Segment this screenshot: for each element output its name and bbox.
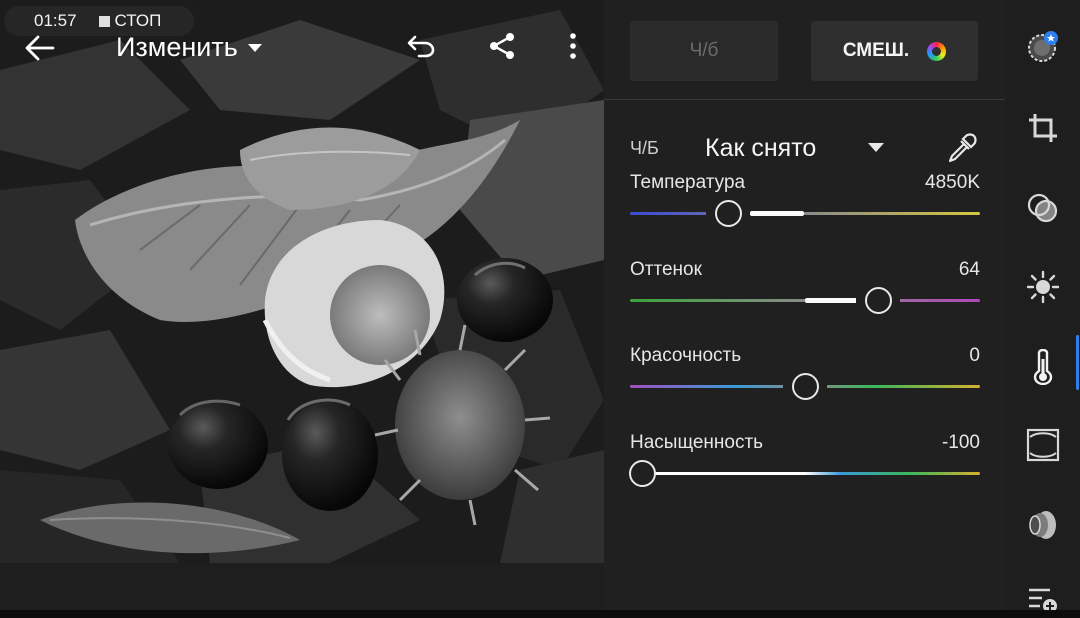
mixer-button[interactable] bbox=[1025, 190, 1061, 226]
mix-button[interactable]: СМЕШ. bbox=[811, 21, 978, 81]
stop-recording-icon bbox=[98, 15, 110, 27]
screen-bottom-edge bbox=[0, 610, 1080, 618]
temperature-slider[interactable]: Температура 4850K bbox=[630, 172, 980, 242]
color-button[interactable] bbox=[1025, 349, 1061, 385]
crop-button[interactable] bbox=[1025, 110, 1061, 146]
eyedropper-button[interactable] bbox=[944, 130, 980, 166]
back-arrow-icon bbox=[25, 35, 55, 61]
top-bar: 01:57 СТОП Изменить bbox=[0, 0, 604, 63]
effects-button[interactable] bbox=[1025, 427, 1061, 463]
slider-knob[interactable] bbox=[629, 460, 656, 487]
saturation-slider[interactable]: Насыщенность -100 bbox=[629, 432, 980, 502]
profile-dropdown[interactable]: Как снято bbox=[705, 134, 816, 163]
panel-divider bbox=[604, 99, 1005, 100]
back-button[interactable] bbox=[22, 30, 58, 66]
slider-fill bbox=[750, 211, 804, 216]
mixer-icon bbox=[1027, 193, 1058, 223]
chevron-down-icon[interactable] bbox=[868, 143, 884, 152]
vignette-icon bbox=[1026, 428, 1060, 462]
slider-knob[interactable] bbox=[864, 287, 892, 314]
bw-button-label: Ч/б bbox=[689, 40, 719, 61]
photo-bottom-bar bbox=[0, 563, 604, 612]
slider-track[interactable] bbox=[630, 472, 980, 475]
eyedropper-icon bbox=[948, 133, 977, 163]
share-button[interactable] bbox=[484, 28, 520, 64]
slider-fill bbox=[805, 298, 859, 303]
undo-button[interactable] bbox=[403, 28, 439, 64]
bw-button[interactable]: Ч/б bbox=[630, 21, 778, 81]
slider-value: 64 bbox=[958, 259, 980, 280]
bw-profile-row: Ч/Б Как снято bbox=[630, 130, 980, 166]
lens-icon bbox=[1029, 511, 1056, 539]
slider-label: Насыщенность bbox=[630, 432, 764, 453]
crop-icon bbox=[1029, 114, 1057, 142]
presets-icon bbox=[1028, 31, 1058, 62]
photo-canvas[interactable] bbox=[0, 0, 604, 563]
active-tool-indicator bbox=[1076, 335, 1079, 390]
edit-mode-dropdown[interactable]: Изменить bbox=[116, 32, 262, 63]
color-temperature-icon bbox=[1033, 349, 1053, 385]
color-panel: Ч/б СМЕШ. Ч/Б Как снято Температура 4850… bbox=[604, 0, 1005, 612]
slider-knob[interactable] bbox=[791, 373, 819, 400]
more-options-button[interactable] bbox=[555, 28, 591, 64]
profile-label: Ч/Б bbox=[630, 137, 659, 158]
presets-button[interactable] bbox=[1025, 29, 1061, 65]
more-vert-icon bbox=[570, 33, 576, 59]
mix-button-label: СМЕШ. bbox=[842, 40, 910, 61]
edit-mode-title: Изменить bbox=[116, 32, 238, 62]
share-icon bbox=[490, 33, 514, 59]
light-button[interactable] bbox=[1025, 269, 1061, 305]
status-time: 01:57 bbox=[34, 11, 77, 30]
tint-slider[interactable]: Оттенок 64 bbox=[630, 259, 980, 329]
vibrance-slider[interactable]: Красочность 0 bbox=[630, 345, 980, 415]
chevron-down-icon bbox=[247, 43, 262, 52]
slider-label: Оттенок bbox=[630, 259, 702, 280]
optics-button[interactable] bbox=[1025, 507, 1061, 543]
app-screen: 01:57 СТОП Изменить Ч/б СМЕШ. Ч/Б Как сн… bbox=[0, 0, 1080, 618]
slider-label: Температура bbox=[630, 172, 746, 193]
status-stop-label: СТОП bbox=[114, 11, 162, 30]
slider-value: 4850K bbox=[925, 172, 980, 193]
light-icon bbox=[1026, 270, 1060, 304]
tool-rail bbox=[1005, 0, 1080, 613]
slider-label: Красочность bbox=[630, 345, 742, 366]
slider-knob[interactable] bbox=[714, 200, 742, 227]
undo-icon bbox=[407, 35, 435, 58]
slider-value: 0 bbox=[969, 345, 980, 366]
color-wheel-icon bbox=[927, 41, 947, 61]
slider-track[interactable] bbox=[630, 212, 980, 215]
slider-value: -100 bbox=[941, 432, 980, 453]
photo-image bbox=[0, 0, 604, 563]
